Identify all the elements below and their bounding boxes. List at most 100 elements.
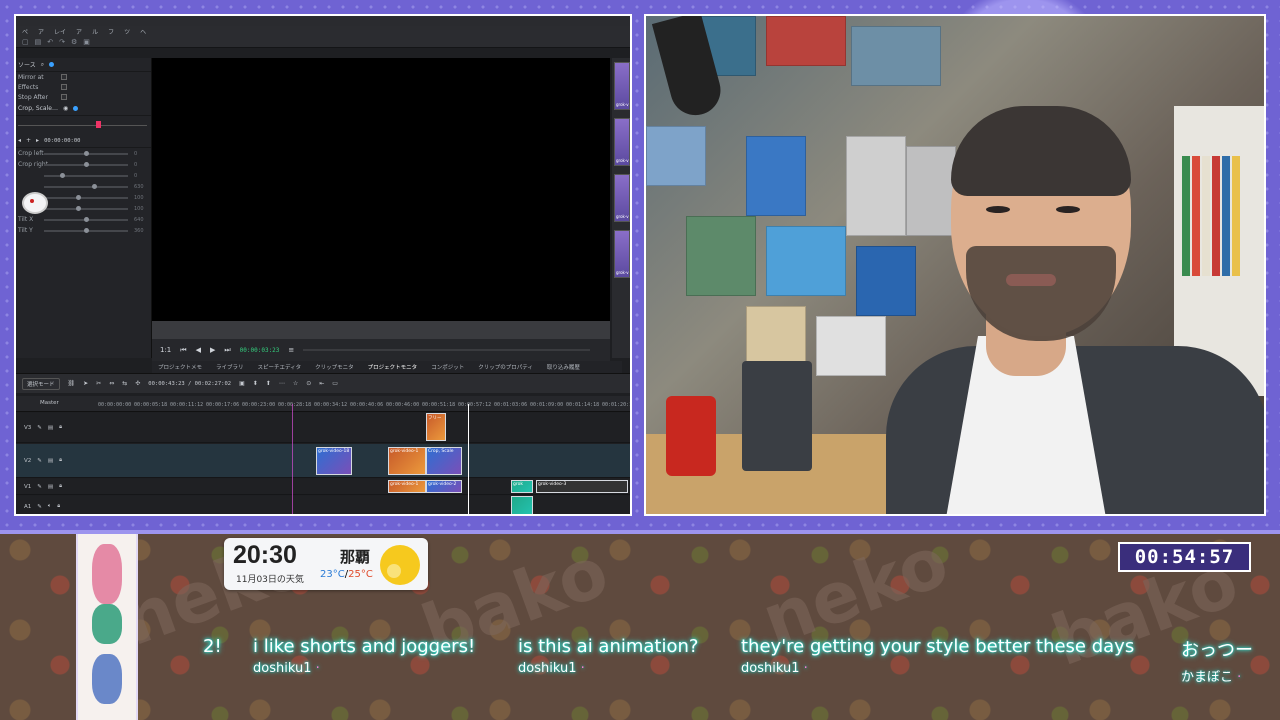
- slider-knob[interactable]: [60, 172, 65, 178]
- film-icon[interactable]: ▤: [48, 484, 53, 490]
- bin-thumbnail[interactable]: grok-v: [614, 118, 630, 166]
- keyframe-ruler[interactable]: [16, 120, 151, 130]
- open-icon[interactable]: ▤: [35, 38, 42, 46]
- slider-track[interactable]: [44, 205, 128, 211]
- slider-track[interactable]: [44, 172, 128, 178]
- monitor-ruler[interactable]: [303, 349, 590, 351]
- project-monitor[interactable]: [152, 58, 610, 321]
- checkbox[interactable]: [61, 84, 67, 90]
- extract-icon[interactable]: ⋯: [279, 380, 285, 387]
- slider-value[interactable]: 0: [134, 162, 137, 168]
- edit-icon[interactable]: ✎: [37, 425, 42, 431]
- lock-icon[interactable]: 🔒︎: [59, 424, 62, 431]
- audio-clip[interactable]: [511, 496, 533, 514]
- overwrite-icon[interactable]: ⬍: [253, 380, 258, 387]
- forward-icon[interactable]: ⏭: [224, 346, 230, 355]
- tab-clip-properties[interactable]: クリップのプロパティ: [478, 363, 533, 371]
- slider-knob[interactable]: [84, 150, 89, 156]
- slider-knob[interactable]: [84, 227, 89, 233]
- tab-import-history[interactable]: 取り込み履歴: [547, 363, 580, 371]
- slider-track[interactable]: [44, 150, 128, 156]
- checkbox[interactable]: [61, 94, 67, 100]
- menu-item[interactable]: ヘ: [140, 27, 146, 36]
- slider-value[interactable]: 100: [134, 206, 144, 212]
- undo-icon[interactable]: ↶: [47, 38, 53, 46]
- timeline-clip[interactable]: grok-video-3: [536, 480, 628, 493]
- new-file-icon[interactable]: ▢: [22, 38, 29, 46]
- prev-keyframe-icon[interactable]: ◂: [18, 137, 21, 144]
- redo-icon[interactable]: ↷: [59, 38, 65, 46]
- slider-knob[interactable]: [76, 205, 81, 211]
- monitor-timecode[interactable]: 00:00:03:23: [240, 347, 280, 354]
- slider-track[interactable]: [44, 183, 128, 189]
- lock-icon[interactable]: 🔒︎: [57, 503, 60, 510]
- slider-value[interactable]: 640: [134, 217, 144, 223]
- timeline-playhead[interactable]: [468, 404, 469, 514]
- eye-icon[interactable]: ◉: [63, 105, 68, 112]
- slider-knob[interactable]: [84, 216, 89, 222]
- timeline-clip[interactable]: grok-video-1: [388, 447, 426, 475]
- menu-item[interactable]: ア: [38, 27, 44, 36]
- bin-thumbnail[interactable]: grok-v: [614, 174, 630, 222]
- ripple-tool-icon[interactable]: ✣: [135, 380, 140, 387]
- zoom-select[interactable]: 1:1: [160, 346, 171, 354]
- checkbox[interactable]: [61, 74, 67, 80]
- slider-knob[interactable]: [76, 194, 81, 200]
- timeline-clip[interactable]: grok: [511, 480, 533, 493]
- menu-item[interactable]: ア: [76, 27, 82, 36]
- timeline-clip[interactable]: grok-video-1: [388, 480, 426, 493]
- slider-value[interactable]: 0: [134, 151, 137, 157]
- edit-icon[interactable]: ✎: [37, 458, 42, 464]
- rewind-icon[interactable]: ⏮: [180, 346, 186, 355]
- lock-icon[interactable]: 🔒︎: [59, 457, 62, 464]
- slider-knob[interactable]: [84, 161, 89, 167]
- slider-track[interactable]: [44, 194, 128, 200]
- speaker-icon[interactable]: 🔈︎: [48, 503, 51, 510]
- film-icon[interactable]: ▤: [48, 458, 53, 464]
- bin-thumbnail[interactable]: grok-v: [614, 62, 630, 110]
- select-tool-icon[interactable]: ➤: [83, 380, 88, 387]
- timeline-clip[interactable]: フリー: [426, 413, 446, 441]
- slip-tool-icon[interactable]: ⇆: [122, 380, 127, 387]
- insert-icon[interactable]: ▣: [239, 380, 245, 387]
- slider-value[interactable]: 100: [134, 195, 144, 201]
- menu-item[interactable]: レイ: [54, 27, 66, 36]
- timeline-clip[interactable]: grok-video-18: [316, 447, 352, 475]
- next-keyframe-icon[interactable]: ▸: [36, 137, 39, 144]
- snap-icon[interactable]: ⊙: [306, 380, 311, 387]
- menu-icon[interactable]: ≡: [288, 346, 294, 354]
- effect-header[interactable]: Crop, Scale… ◉: [16, 102, 151, 116]
- tab-library[interactable]: ライブラリ: [216, 363, 244, 371]
- timeline-clip[interactable]: grok-video-2: [426, 480, 462, 493]
- slider-value[interactable]: 0: [134, 173, 137, 179]
- edit-mode-select[interactable]: 選択モード: [22, 377, 60, 390]
- slider-track[interactable]: [44, 216, 128, 222]
- slider-track[interactable]: [44, 161, 128, 167]
- bin-thumbnail[interactable]: grok-v: [614, 230, 630, 278]
- zoom-fit-icon[interactable]: ⇤: [319, 380, 324, 387]
- play-icon[interactable]: ▶: [210, 346, 215, 354]
- edit-icon[interactable]: ✎: [37, 484, 42, 490]
- play-reverse-icon[interactable]: ◀: [196, 346, 201, 354]
- lift-icon[interactable]: ⬆: [266, 380, 271, 387]
- monitor-scrub-area[interactable]: [152, 321, 610, 339]
- tab-project-notes[interactable]: プロジェクトメモ: [158, 363, 202, 371]
- menu-item[interactable]: ペ: [22, 27, 28, 36]
- tab-speech-editor[interactable]: スピーチエディタ: [258, 363, 302, 371]
- timeline-ruler[interactable]: Master 00:00:00:00 00:00:05:18 00:00:11:12…: [16, 396, 630, 412]
- slider-value[interactable]: 360: [134, 228, 144, 234]
- slider-track[interactable]: [44, 227, 128, 233]
- link-icon[interactable]: ⛓: [68, 380, 76, 387]
- menu-item[interactable]: ツ: [124, 27, 130, 36]
- search-icon[interactable]: ⌕: [41, 61, 44, 69]
- menu-item[interactable]: ル: [92, 27, 98, 36]
- menu-item[interactable]: フ: [108, 27, 114, 36]
- film-icon[interactable]: ▤: [48, 425, 53, 431]
- timeline-clip[interactable]: Crop, Scale: [426, 447, 462, 475]
- monitor-icon[interactable]: ▭: [332, 380, 338, 387]
- settings-icon[interactable]: ⚙: [71, 38, 77, 46]
- edit-icon[interactable]: ✎: [37, 504, 42, 510]
- tab-clip-monitor[interactable]: クリップモニタ: [315, 363, 354, 371]
- tab-composite[interactable]: コンポジット: [431, 363, 464, 371]
- razor-tool-icon[interactable]: ✂: [96, 380, 101, 387]
